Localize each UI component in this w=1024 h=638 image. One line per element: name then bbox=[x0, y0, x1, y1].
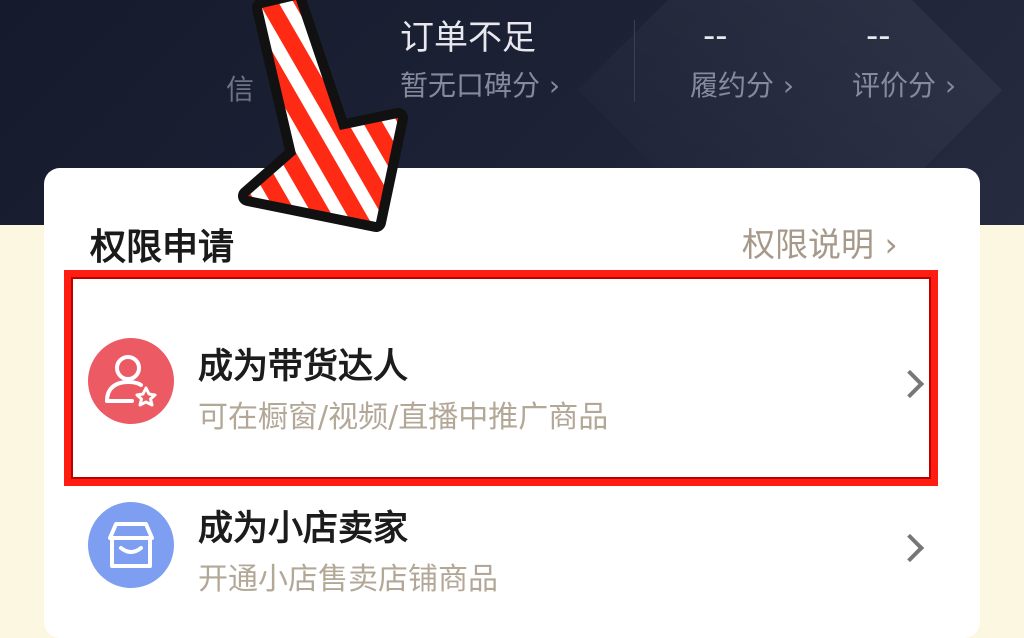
annotation-arrow bbox=[238, 0, 408, 232]
